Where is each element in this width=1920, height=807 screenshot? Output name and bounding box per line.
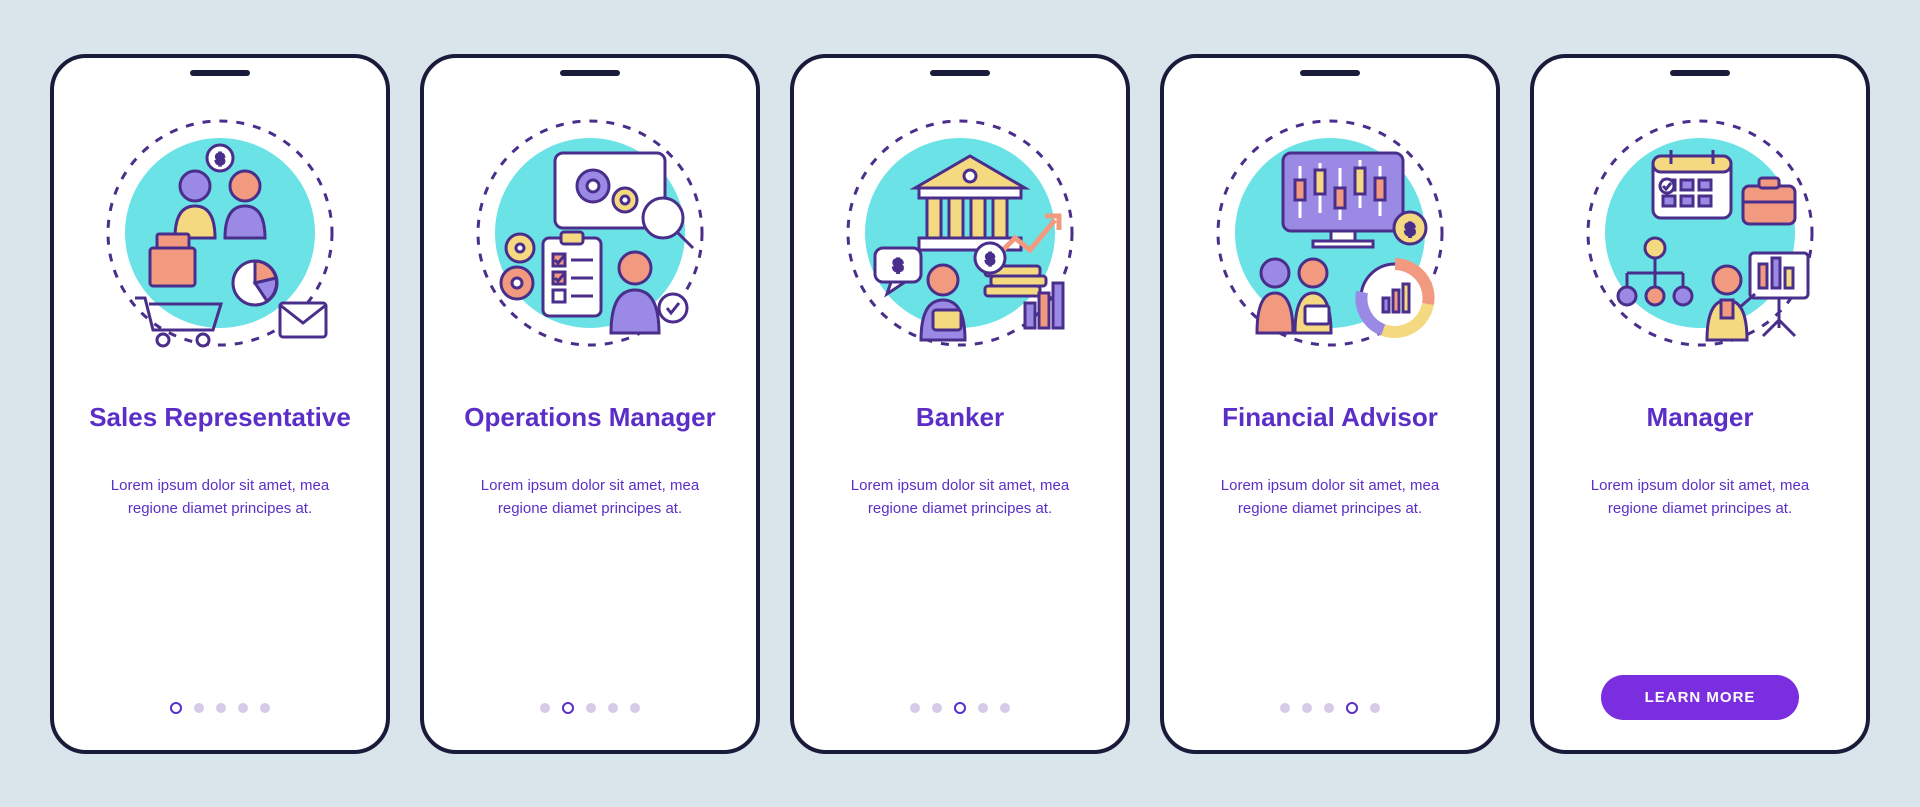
card-title: Banker [916,386,1004,450]
sales-icon: $ [95,108,345,358]
card-desc: Lorem ipsum dolor sit amet, mea regione … [1570,474,1830,521]
dot-2[interactable] [1302,703,1312,713]
dot-5[interactable] [1370,703,1380,713]
dot-2[interactable] [932,703,942,713]
card-title: Operations Manager [464,386,715,450]
dot-1[interactable] [910,703,920,713]
svg-text:$: $ [216,151,225,168]
learn-more-button[interactable]: LEARN MORE [1601,675,1800,720]
onboarding-card-financial: $ Financial Advisor Lo [1160,54,1500,754]
dot-4[interactable] [238,703,248,713]
page-indicator [910,702,1010,720]
operations-icon [465,108,715,358]
dot-4[interactable] [1346,702,1358,714]
page-indicator [1280,702,1380,720]
dot-5[interactable] [630,703,640,713]
dot-1[interactable] [540,703,550,713]
onboarding-card-operations: Operations Manager Lorem ipsum dolor sit… [420,54,760,754]
dot-5[interactable] [1000,703,1010,713]
card-desc: Lorem ipsum dolor sit amet, mea regione … [90,474,350,521]
svg-text:$: $ [893,256,903,275]
card-desc: Lorem ipsum dolor sit amet, mea regione … [460,474,720,521]
onboarding-card-banker: $ $ Banker Lorem ipsum dolor sit amet, [790,54,1130,754]
page-indicator [540,702,640,720]
banker-icon: $ $ [835,108,1085,358]
manager-icon [1575,108,1825,358]
card-desc: Lorem ipsum dolor sit amet, mea regione … [830,474,1090,521]
card-title: Sales Representative [89,386,351,450]
svg-text:$: $ [1405,220,1415,239]
onboarding-card-sales: $ Sales Representative [50,54,390,754]
dot-5[interactable] [260,703,270,713]
dot-3[interactable] [1324,703,1334,713]
card-title: Financial Advisor [1222,386,1438,450]
dot-1[interactable] [1280,703,1290,713]
dot-3[interactable] [216,703,226,713]
dot-2[interactable] [562,702,574,714]
card-title: Manager [1647,386,1754,450]
card-desc: Lorem ipsum dolor sit amet, mea regione … [1200,474,1460,521]
dot-4[interactable] [978,703,988,713]
page-indicator [170,702,270,720]
dot-3[interactable] [586,703,596,713]
onboarding-card-manager: Manager Lorem ipsum dolor sit amet, mea … [1530,54,1870,754]
dot-4[interactable] [608,703,618,713]
dot-3[interactable] [954,702,966,714]
dot-2[interactable] [194,703,204,713]
finance-icon: $ [1205,108,1455,358]
dot-1[interactable] [170,702,182,714]
svg-text:$: $ [986,251,995,268]
